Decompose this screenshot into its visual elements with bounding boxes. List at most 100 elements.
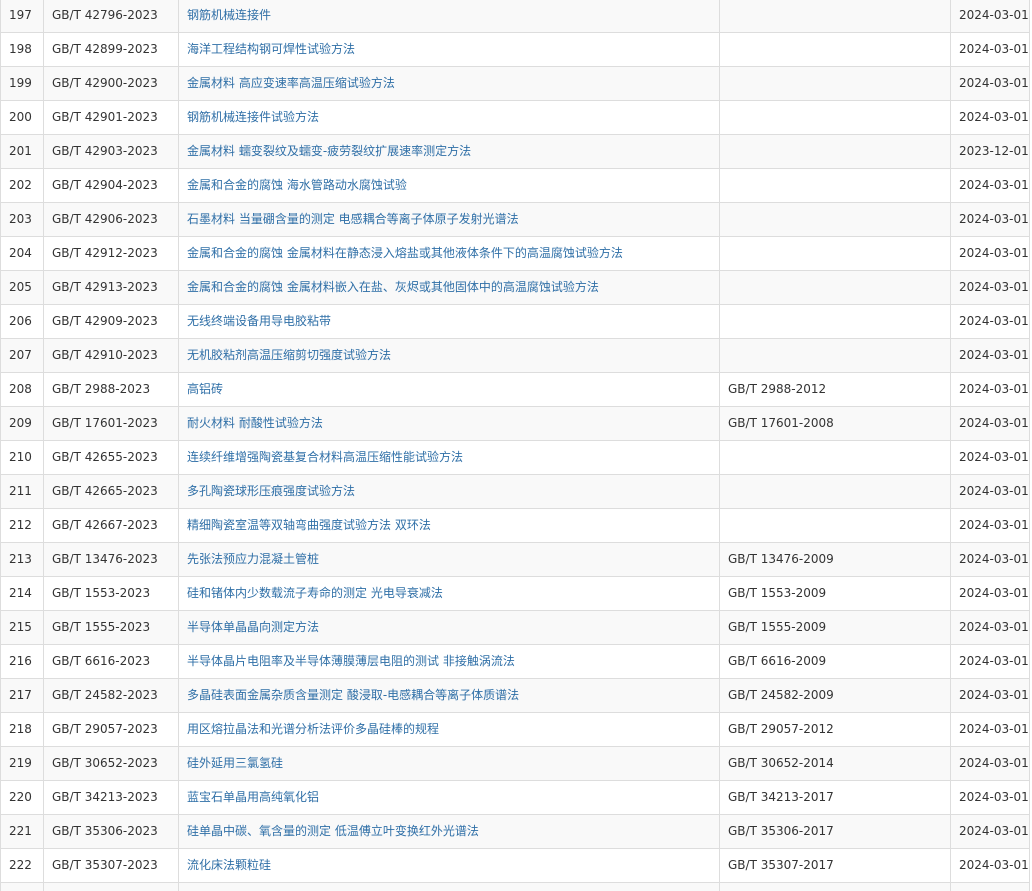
- standard-name-link[interactable]: 金属和合金的腐蚀 金属材料在静态浸入熔盐或其他液体条件下的高温腐蚀试验方法: [187, 246, 623, 260]
- standard-code: GB/T 42910-2023: [43, 338, 179, 373]
- standard-name-cell: 硅和锗体内少数载流子寿命的测定 光电导衰减法: [178, 576, 720, 611]
- implementation-date: 2024-03-01: [950, 542, 1030, 577]
- row-number: 211: [0, 474, 44, 509]
- standard-code: GB/T 13476-2023: [43, 542, 179, 577]
- row-number-text: 200: [9, 110, 32, 124]
- standard-name-link[interactable]: 硅和锗体内少数载流子寿命的测定 光电导衰减法: [187, 586, 443, 600]
- standard-name-cell: 硅单晶中碳、氧含量的测定 低温傅立叶变换红外光谱法: [178, 814, 720, 849]
- row-number-text: 214: [9, 586, 32, 600]
- standard-code: [43, 882, 179, 891]
- standard-name-link[interactable]: 无线终端设备用导电胶粘带: [187, 314, 331, 328]
- standard-name-link[interactable]: 硅单晶中碳、氧含量的测定 低温傅立叶变换红外光谱法: [187, 824, 479, 838]
- replaced-standard: GB/T 35307-2017: [719, 848, 951, 883]
- row-number-text: 197: [9, 8, 32, 22]
- replaced-standard: [719, 0, 951, 33]
- table-row: 208 GB/T 2988-2023 高铝砖 GB/T 2988-2012 20…: [0, 372, 1030, 407]
- standard-code: GB/T 42667-2023: [43, 508, 179, 543]
- table-row: 215 GB/T 1555-2023 半导体单晶晶向测定方法 GB/T 1555…: [0, 610, 1030, 645]
- standard-code-text: GB/T 1553-2023: [52, 586, 151, 600]
- implementation-date-text: 2024-03-01: [959, 178, 1029, 192]
- implementation-date: 2024-03-01: [950, 270, 1030, 305]
- implementation-date: 2024-03-01: [950, 508, 1030, 543]
- standard-code: GB/T 42909-2023: [43, 304, 179, 339]
- standard-name-cell: 蓝宝石单晶用高纯氧化铝: [178, 780, 720, 815]
- standard-name-link[interactable]: 高铝砖: [187, 382, 223, 396]
- standard-name-link[interactable]: 精细陶瓷室温等双轴弯曲强度试验方法 双环法: [187, 518, 431, 532]
- standard-name-link[interactable]: 无机胶粘剂高温压缩剪切强度试验方法: [187, 348, 391, 362]
- standard-name-link[interactable]: 用区熔拉晶法和光谱分析法评价多晶硅棒的规程: [187, 722, 439, 736]
- replaced-standard: [719, 440, 951, 475]
- replaced-standard: GB/T 35306-2017: [719, 814, 951, 849]
- row-number: [0, 882, 44, 891]
- row-number-text: 203: [9, 212, 32, 226]
- standard-name-cell: 金属材料 高应变速率高温压缩试验方法: [178, 66, 720, 101]
- replaced-standard: [719, 882, 951, 891]
- standards-table: 197 GB/T 42796-2023 钢筋机械连接件 2024-03-01 1…: [0, 0, 1030, 891]
- implementation-date: 2024-03-01: [950, 304, 1030, 339]
- implementation-date-text: 2024-03-01: [959, 688, 1029, 702]
- standard-name-link[interactable]: 钢筋机械连接件试验方法: [187, 110, 319, 124]
- row-number: 197: [0, 0, 44, 33]
- standard-code: GB/T 35306-2023: [43, 814, 179, 849]
- standard-name-link[interactable]: 蓝宝石单晶用高纯氧化铝: [187, 790, 319, 804]
- standard-name-link[interactable]: 金属材料 蠕变裂纹及蠕变-疲劳裂纹扩展速率测定方法: [187, 144, 471, 158]
- standard-name-cell: 耐火材料 耐酸性试验方法: [178, 406, 720, 441]
- standard-code: GB/T 42904-2023: [43, 168, 179, 203]
- row-number: 200: [0, 100, 44, 135]
- row-number: 201: [0, 134, 44, 169]
- implementation-date-text: 2024-03-01: [959, 416, 1029, 430]
- standard-name-link[interactable]: 流化床法颗粒硅: [187, 858, 271, 872]
- standard-name-link[interactable]: 多晶硅表面金属杂质含量测定 酸浸取-电感耦合等离子体质谱法: [187, 688, 519, 702]
- table-row: 216 GB/T 6616-2023 半导体晶片电阻率及半导体薄膜薄层电阻的测试…: [0, 644, 1030, 679]
- implementation-date: 2024-03-01: [950, 338, 1030, 373]
- standard-code: GB/T 35307-2023: [43, 848, 179, 883]
- standard-name-link[interactable]: 半导体单晶晶向测定方法: [187, 620, 319, 634]
- standard-name-link[interactable]: 半导体晶片电阻率及半导体薄膜薄层电阻的测试 非接触涡流法: [187, 654, 515, 668]
- row-number: 220: [0, 780, 44, 815]
- standard-code-text: GB/T 42899-2023: [52, 42, 158, 56]
- standard-code-text: GB/T 42913-2023: [52, 280, 158, 294]
- table-row: [0, 882, 1030, 891]
- row-number-text: 211: [9, 484, 32, 498]
- table-row: 204 GB/T 42912-2023 金属和合金的腐蚀 金属材料在静态浸入熔盐…: [0, 236, 1030, 271]
- replaced-standard: [719, 474, 951, 509]
- implementation-date-text: 2023-12-01: [959, 144, 1029, 158]
- table-row: 212 GB/T 42667-2023 精细陶瓷室温等双轴弯曲强度试验方法 双环…: [0, 508, 1030, 543]
- standard-name-link[interactable]: 耐火材料 耐酸性试验方法: [187, 416, 323, 430]
- implementation-date-text: 2024-03-01: [959, 314, 1029, 328]
- standard-name-cell: 硅外延用三氯氢硅: [178, 746, 720, 781]
- standard-code-text: GB/T 30652-2023: [52, 756, 158, 770]
- page: 197 GB/T 42796-2023 钢筋机械连接件 2024-03-01 1…: [0, 0, 1032, 891]
- row-number: 212: [0, 508, 44, 543]
- standard-name-link[interactable]: 石墨材料 当量硼含量的测定 电感耦合等离子体原子发射光谱法: [187, 212, 519, 226]
- implementation-date-text: 2024-03-01: [959, 586, 1029, 600]
- standard-name-link[interactable]: 多孔陶瓷球形压痕强度试验方法: [187, 484, 355, 498]
- standard-code-text: GB/T 35307-2023: [52, 858, 158, 872]
- standard-name-link[interactable]: 金属材料 高应变速率高温压缩试验方法: [187, 76, 395, 90]
- standard-code: GB/T 42796-2023: [43, 0, 179, 33]
- standard-name-cell: 精细陶瓷室温等双轴弯曲强度试验方法 双环法: [178, 508, 720, 543]
- standard-name-cell: 金属和合金的腐蚀 金属材料在静态浸入熔盐或其他液体条件下的高温腐蚀试验方法: [178, 236, 720, 271]
- implementation-date-text: 2024-03-01: [959, 450, 1029, 464]
- standard-name-link[interactable]: 连续纤维增强陶瓷基复合材料高温压缩性能试验方法: [187, 450, 463, 464]
- standard-name-cell: 连续纤维增强陶瓷基复合材料高温压缩性能试验方法: [178, 440, 720, 475]
- row-number-text: 215: [9, 620, 32, 634]
- table-row: 209 GB/T 17601-2023 耐火材料 耐酸性试验方法 GB/T 17…: [0, 406, 1030, 441]
- implementation-date: 2024-03-01: [950, 440, 1030, 475]
- standard-name-link[interactable]: 海洋工程结构钢可焊性试验方法: [187, 42, 355, 56]
- standard-name-link[interactable]: 硅外延用三氯氢硅: [187, 756, 283, 770]
- table-row: 218 GB/T 29057-2023 用区熔拉晶法和光谱分析法评价多晶硅棒的规…: [0, 712, 1030, 747]
- implementation-date-text: 2024-03-01: [959, 552, 1029, 566]
- standard-name-link[interactable]: 先张法预应力混凝土管桩: [187, 552, 319, 566]
- standard-name-link[interactable]: 金属和合金的腐蚀 海水管路动水腐蚀试验: [187, 178, 407, 192]
- standard-code-text: GB/T 42900-2023: [52, 76, 158, 90]
- standard-name-link[interactable]: 金属和合金的腐蚀 金属材料嵌入在盐、灰烬或其他固体中的高温腐蚀试验方法: [187, 280, 599, 294]
- standard-code-text: GB/T 42667-2023: [52, 518, 158, 532]
- implementation-date: [950, 882, 1030, 891]
- standard-name-cell: [178, 882, 720, 891]
- row-number: 209: [0, 406, 44, 441]
- row-number: 210: [0, 440, 44, 475]
- table-row: 206 GB/T 42909-2023 无线终端设备用导电胶粘带 2024-03…: [0, 304, 1030, 339]
- standard-name-link[interactable]: 钢筋机械连接件: [187, 8, 271, 22]
- standard-code-text: GB/T 2988-2023: [52, 382, 151, 396]
